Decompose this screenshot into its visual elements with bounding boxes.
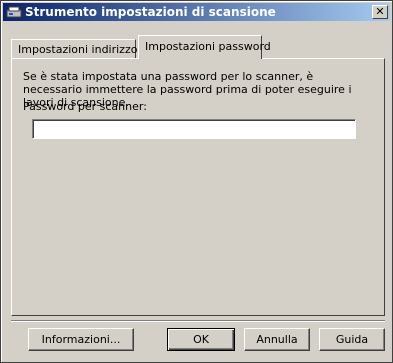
ok-button[interactable]: OK — [167, 328, 235, 351]
tab-password-settings[interactable]: Impostazioni password — [138, 35, 271, 59]
separator — [11, 320, 385, 322]
close-icon: ✕ — [375, 5, 385, 18]
cancel-button[interactable]: Annulla — [244, 328, 310, 351]
title-bar[interactable]: Strumento impostazioni di scansione ✕ — [3, 3, 390, 21]
info-button-label: Informazioni... — [41, 333, 121, 346]
scanner-app-icon — [6, 6, 22, 18]
ok-button-label: OK — [193, 333, 209, 346]
password-label: Password per scanner: — [23, 100, 147, 113]
tab-ip-settings[interactable]: Impostazioni indirizzo IP — [11, 39, 151, 58]
close-button[interactable]: ✕ — [372, 5, 388, 19]
help-button[interactable]: Guida — [319, 328, 385, 351]
dialog-window: Strumento impostazioni di scansione ✕ Im… — [0, 0, 393, 363]
password-input[interactable] — [32, 119, 356, 139]
help-button-label: Guida — [335, 333, 369, 346]
info-button[interactable]: Informazioni... — [28, 328, 134, 351]
cancel-button-label: Annulla — [256, 333, 298, 346]
window-title: Strumento impostazioni di scansione — [25, 5, 276, 19]
